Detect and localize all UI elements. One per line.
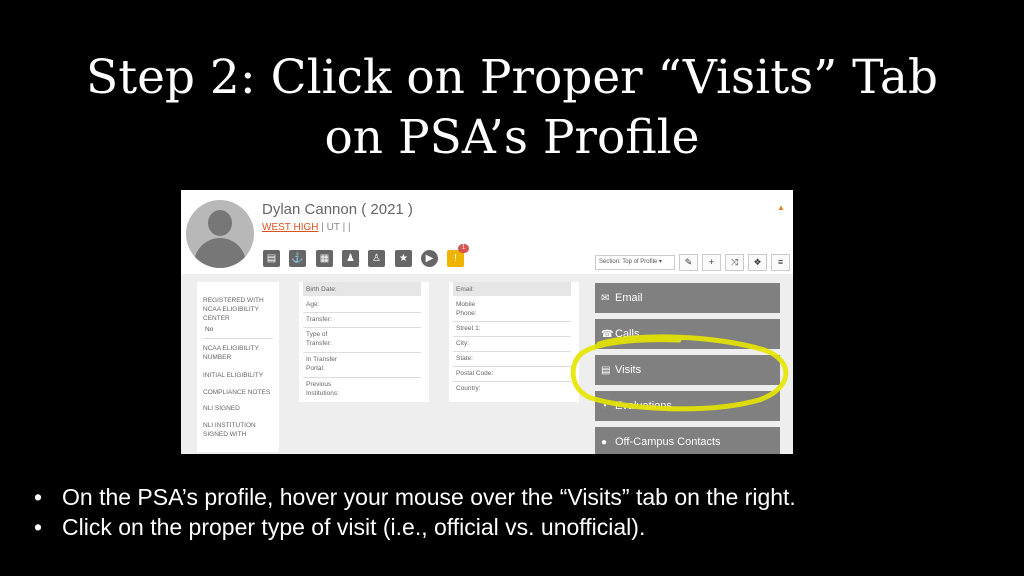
field-label: Country: — [456, 385, 481, 392]
compliance-label: CENTER — [203, 315, 230, 322]
compliance-label: INITIAL ELIGIBILITY — [203, 372, 264, 379]
bullet-dot: • — [34, 514, 43, 540]
slide-title: Step 2: Click on Proper “Visits” Tab on … — [40, 48, 984, 168]
edit-icon[interactable]: ✎ — [679, 254, 698, 271]
field-label: City: — [456, 340, 469, 347]
field-label: State: — [456, 355, 473, 362]
instruction-item: • On the PSA’s profile, hover your mouse … — [34, 482, 994, 512]
field-label: Phone: — [456, 310, 477, 317]
field-label: Portal: — [306, 365, 325, 372]
phone-icon: ☎ — [601, 329, 614, 340]
play-icon[interactable]: ▶ — [421, 250, 438, 267]
field-label: Type of — [306, 331, 328, 338]
personal-info-card: Birth Date: Age: Transfer: Type of Trans… — [299, 282, 429, 402]
id-card-icon[interactable]: ▦ — [316, 250, 333, 267]
anchor-icon[interactable]: ⚓ — [289, 250, 306, 267]
profile-sub-rest: | UT | | — [318, 222, 351, 233]
compliance-label: NUMBER — [203, 354, 232, 361]
tab-label: Visits — [615, 364, 642, 376]
field-label: Street 1: — [456, 325, 481, 332]
alert-count-badge: 1 — [458, 244, 469, 253]
suitcase-icon: ▤ — [601, 365, 611, 376]
profile-subtitle: WEST HIGH | UT | | — [262, 222, 351, 233]
menu-icon[interactable]: ≡ — [771, 254, 790, 271]
compliance-label: NCAA ELIGIBILITY — [203, 306, 259, 313]
tab-email[interactable]: ✉ Email — [595, 283, 780, 313]
instruction-item: • Click on the proper type of visit (i.e.… — [34, 512, 994, 542]
trophy-icon[interactable]: ★ — [395, 250, 412, 267]
section-select[interactable]: Section: Top of Profile ▾ — [595, 255, 675, 270]
alert-flag-icon[interactable]: ▲ — [777, 203, 785, 212]
field-label: Transfer: — [306, 340, 332, 347]
field-label: Postal Code: — [456, 370, 494, 377]
person-icon[interactable]: ♙ — [368, 250, 385, 267]
tab-calls[interactable]: ☎ Calls — [595, 319, 780, 349]
field-label: Previous — [306, 381, 332, 388]
field-label: Age: — [306, 301, 320, 308]
profile-name: Dylan Cannon ( 2021 ) — [262, 201, 413, 218]
field-label: Mobile — [456, 301, 476, 308]
compliance-label: NLI INSTITUTION — [203, 422, 256, 429]
tab-visits[interactable]: ▤ Visits — [595, 355, 780, 385]
compliance-value: No — [205, 326, 214, 333]
tab-label: Email — [615, 292, 643, 304]
avatar — [186, 200, 254, 268]
tab-label: Off-Campus Contacts — [615, 436, 721, 448]
compliance-label: COMPLIANCE NOTES — [203, 389, 271, 396]
document-icon[interactable]: ▤ — [263, 250, 280, 267]
envelope-icon: ✉ — [601, 293, 610, 304]
instruction-list: • On the PSA’s profile, hover your mouse … — [34, 482, 994, 542]
field-label: In Transfer — [306, 356, 338, 363]
field-label: Birth Date: — [306, 286, 337, 293]
instruction-text: Click on the proper type of visit (i.e.,… — [62, 514, 646, 540]
field-label: Transfer: — [306, 316, 332, 323]
compliance-label: SIGNED WITH — [203, 431, 247, 438]
tab-evaluations[interactable]: ◔ Evaluations — [595, 391, 780, 421]
shuffle-icon[interactable]: ⤨ — [725, 254, 744, 271]
compliance-label: NCAA ELIGIBILITY — [203, 345, 259, 352]
tab-label: Calls — [615, 328, 640, 340]
instruction-text: On the PSA’s profile, hover your mouse o… — [62, 484, 796, 510]
school-link[interactable]: WEST HIGH — [262, 222, 318, 233]
compliance-card: REGISTERED WITH NCAA ELIGIBILITY CENTER … — [197, 282, 279, 452]
compliance-label: NLI SIGNED — [203, 405, 240, 412]
dashboard-icon: ◔ — [601, 401, 608, 412]
field-label: Email: — [456, 286, 475, 293]
slide-title-line-1: Step 2: Click on Proper “Visits” Tab — [86, 50, 938, 105]
contact-info-card: Email: Mobile Phone: Street 1: City: Sta… — [449, 282, 579, 402]
chat-icon: ● — [601, 437, 608, 448]
group-icon[interactable]: ♟ — [342, 250, 359, 267]
field-label: Institutions: — [306, 390, 339, 397]
tab-label: Evaluations — [615, 400, 672, 412]
add-icon[interactable]: + — [702, 254, 721, 271]
tag-icon[interactable]: ❖ — [748, 254, 767, 271]
profile-screenshot: Dylan Cannon ( 2021 ) WEST HIGH | UT | |… — [181, 190, 793, 454]
profile-header: Dylan Cannon ( 2021 ) WEST HIGH | UT | |… — [181, 190, 793, 271]
bullet-dot: • — [34, 484, 43, 510]
slide-title-line-2: on PSA’s Profile — [324, 110, 700, 165]
compliance-label: REGISTERED WITH — [203, 297, 264, 304]
tab-off-campus-contacts[interactable]: ● Off-Campus Contacts — [595, 427, 780, 454]
